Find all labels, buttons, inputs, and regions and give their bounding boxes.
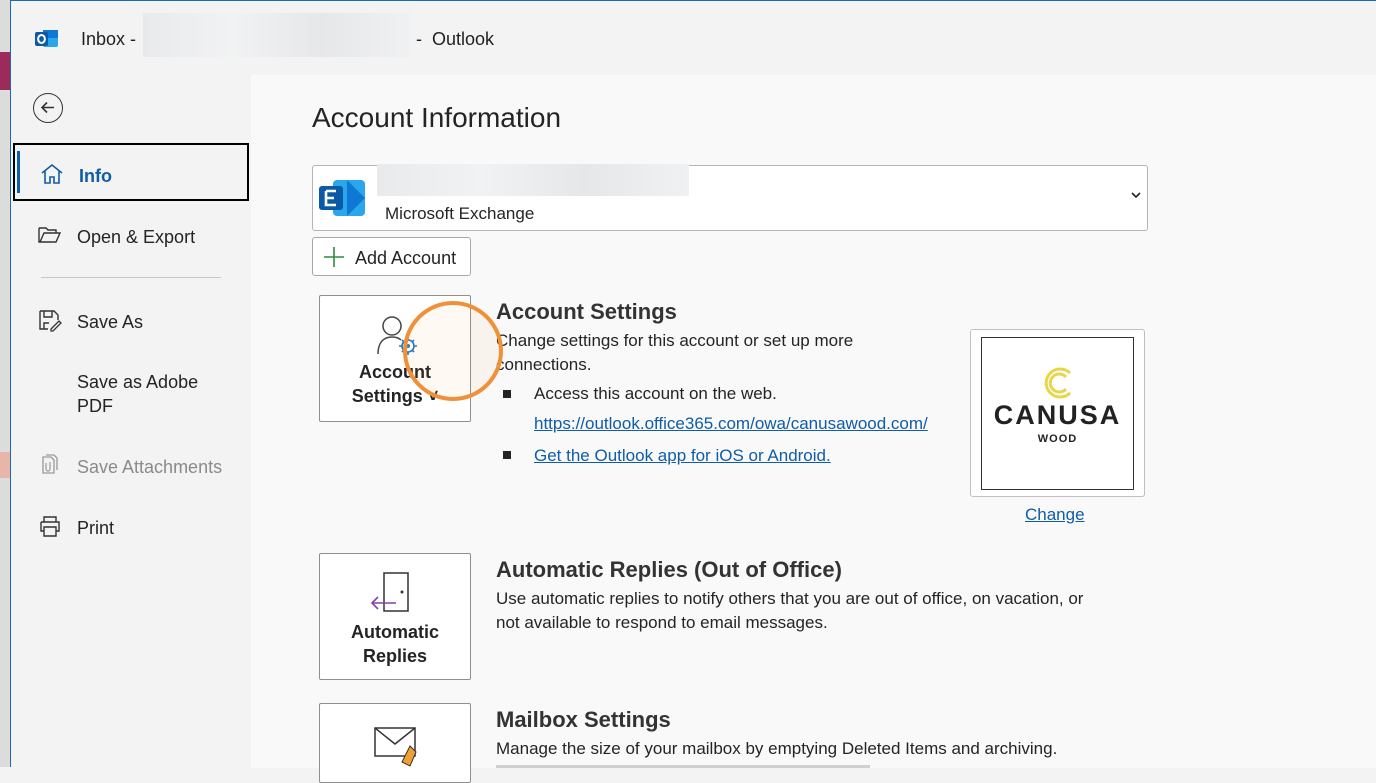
- sidebar-item-label: Save as Adobe PDF: [77, 372, 199, 416]
- mailbox-settings-title: Mailbox Settings: [496, 707, 671, 732]
- home-icon: [41, 163, 63, 184]
- automatic-replies-tile-label: Automatic: [350, 622, 439, 642]
- account-selector[interactable]: Microsoft Exchange: [312, 164, 1148, 231]
- add-account-button[interactable]: Add Account: [312, 237, 471, 276]
- automatic-replies-icon: [370, 572, 409, 612]
- sidebar-item-label: Save As: [77, 312, 144, 332]
- automatic-replies-button[interactable]: Automatic Replies: [319, 553, 471, 680]
- backstage-sidebar: Info Open & Export Save As Save as Adobe…: [11, 75, 251, 768]
- desktop-edge: [0, 0, 10, 767]
- page-title: Account Information: [312, 102, 562, 133]
- sidebar-item-save-attachments[interactable]: Save Attachments: [13, 436, 249, 494]
- logo-sub: WOOD: [1037, 433, 1078, 445]
- folder-open-icon: [38, 227, 62, 243]
- account-settings-description: Change settings for this account or set …: [496, 331, 854, 350]
- bullet: [503, 390, 511, 398]
- exchange-icon: [319, 180, 365, 216]
- sidebar-divider: [41, 277, 221, 278]
- sidebar-item-label: Open & Export: [77, 227, 196, 247]
- redacted-account-name: [143, 13, 411, 57]
- outlook-icon: [35, 30, 58, 47]
- save-as-icon: [39, 310, 62, 332]
- logo-c-mark: [1044, 367, 1072, 399]
- mailbox-settings-button[interactable]: [319, 703, 471, 783]
- account-settings-tile-label: Account: [359, 362, 431, 382]
- owa-link[interactable]: https://outlook.office365.com/owa/canusa…: [534, 414, 928, 434]
- redacted-email: [377, 164, 689, 196]
- mailbox-settings-description: Manage the size of your mailbox by empty…: [496, 739, 1058, 758]
- title-bar: Inbox - - Outlook: [11, 1, 1376, 75]
- back-button[interactable]: [33, 93, 63, 123]
- plus-icon: [324, 247, 344, 267]
- outlook-window: Inbox - - Outlook Info Open & Export Sav…: [10, 0, 1376, 783]
- account-settings-description-2: connections.: [496, 355, 592, 374]
- account-settings-title: Account Settings: [496, 299, 677, 324]
- sidebar-item-label: Print: [77, 518, 115, 538]
- window-title-app: Outlook: [432, 29, 495, 49]
- company-logo: CANUSA WOOD: [981, 337, 1134, 490]
- window-title-prefix: Inbox -: [81, 29, 137, 49]
- automatic-replies-tile-label-2: Replies: [362, 646, 428, 666]
- logo-name: CANUSA: [993, 400, 1122, 430]
- info-content: Account Information Microsoft Exchange A…: [251, 75, 1376, 783]
- sidebar-item-label: Info: [79, 166, 112, 186]
- sidebar-item-save-as[interactable]: Save As: [13, 291, 249, 349]
- account-type: Microsoft Exchange: [385, 204, 535, 223]
- printer-icon: [40, 516, 60, 537]
- account-settings-button[interactable]: Account Settings ˅: [319, 295, 471, 422]
- sidebar-item-open-export[interactable]: Open & Export: [13, 206, 249, 264]
- web-access-text: Access this account on the web.: [534, 384, 777, 403]
- chevron-down-icon: [1131, 192, 1141, 199]
- window-title-separator: -: [416, 29, 422, 49]
- desktop-edge-accent-2: [0, 452, 10, 478]
- add-account-label: Add Account: [355, 248, 457, 268]
- account-settings-icon: [377, 316, 417, 355]
- desktop-edge-accent: [0, 52, 10, 90]
- bullet: [503, 451, 511, 459]
- change-picture-link[interactable]: Change: [1025, 505, 1085, 525]
- sidebar-item-info[interactable]: Info: [13, 143, 249, 201]
- automatic-replies-description-2: not available to respond to email messag…: [496, 613, 828, 632]
- sidebar-item-label: Save Attachments: [77, 457, 223, 477]
- account-settings-tile-label-2: Settings ˅: [351, 386, 439, 406]
- automatic-replies-title: Automatic Replies (Out of Office): [496, 557, 842, 582]
- profile-picture: CANUSA WOOD: [970, 329, 1145, 497]
- outlook-app-link[interactable]: Get the Outlook app for iOS or Android.: [534, 446, 831, 466]
- attachments-icon: [42, 454, 58, 474]
- sidebar-item-print[interactable]: Print: [13, 497, 249, 555]
- sidebar-item-save-as-adobe-pdf[interactable]: Save as Adobe PDF: [13, 351, 249, 423]
- automatic-replies-description: Use automatic replies to notify others t…: [496, 589, 1084, 608]
- mailbox-cleanup-icon: [374, 727, 417, 767]
- back-arrow-icon: [40, 101, 54, 114]
